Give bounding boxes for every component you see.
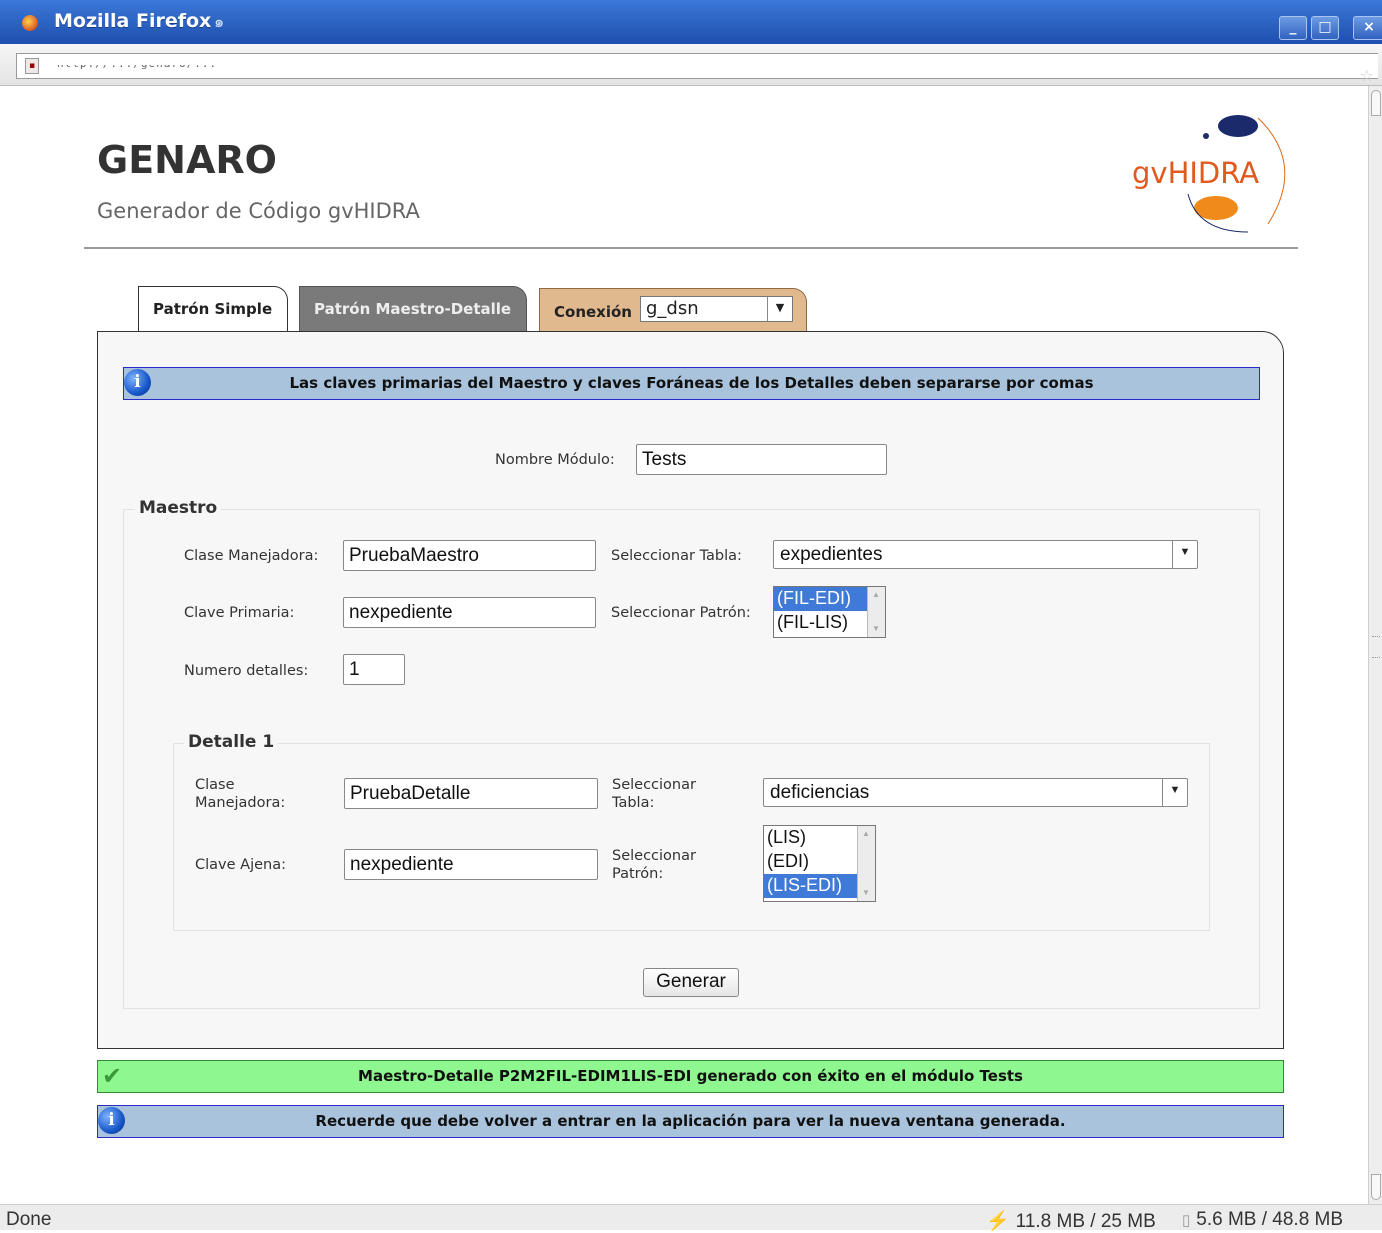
status-bar: Done ⚡ 11.8 MB / 25 MB ▯ 5.6 MB / 48.8 MB — [0, 1204, 1382, 1233]
chevron-down-icon[interactable]: ▼ — [1162, 779, 1187, 806]
scroll-down-icon[interactable]: ▼ — [870, 623, 882, 635]
conexion-select[interactable]: g_dsn ▼ — [640, 296, 793, 322]
url-text: http://.../genaro/... — [57, 57, 218, 70]
detalle-patron-listbox[interactable]: (LIS) (EDI) (LIS-EDI) ▲ ▼ — [763, 825, 876, 902]
info-message-bottom: i Recuerde que debe volver a entrar en l… — [97, 1105, 1284, 1138]
main-panel: i Las claves primarias del Maestro y cla… — [97, 331, 1284, 1049]
address-bar: ▪ http://.../genaro/... ☆ — [0, 44, 1382, 86]
tab-patron-simple[interactable]: Patrón Simple — [138, 286, 288, 332]
bookmark-star-icon[interactable]: ☆ — [1360, 66, 1374, 85]
maestro-clase-label: Clase Manejadora: — [184, 548, 319, 564]
tab-patron-maestro-detalle[interactable]: Patrón Maestro-Detalle — [299, 286, 527, 332]
swirl-icon: ๑ — [214, 12, 225, 31]
listbox-scrollbar[interactable]: ▲ ▼ — [867, 587, 885, 637]
detalle-clave-label: Clave Ajena: — [195, 857, 286, 873]
detalle-tabla-select[interactable]: deficiencias ▼ — [763, 778, 1188, 807]
info-icon: i — [98, 1107, 125, 1134]
detalle-tabla-value: deficiencias — [770, 782, 870, 803]
detalle-patron-label-line1: Seleccionar — [612, 848, 696, 864]
memory-text-2: 5.6 MB / 48.8 MB — [1196, 1209, 1344, 1230]
window-titlebar: Mozilla Firefox ๑ _ □ × — [0, 0, 1382, 44]
detalle-patron-label-line2: Patrón: — [612, 866, 664, 882]
firefox-icon — [22, 15, 38, 31]
tab-patron-simple-label: Patrón Simple — [153, 300, 273, 318]
maestro-legend: Maestro — [135, 498, 222, 518]
page-subtitle: Generador de Código gvHIDRA — [97, 199, 420, 223]
scroll-grip[interactable] — [1372, 636, 1380, 658]
detalle-tabla-label-line1: Seleccionar — [612, 777, 696, 793]
status-text: Done — [6, 1209, 52, 1230]
detalle-clase-label-line2: Manejadora: — [195, 795, 286, 811]
memory-indicator-2: ▯ 5.6 MB / 48.8 MB — [1182, 1209, 1343, 1231]
nombre-modulo-label: Nombre Módulo: — [495, 452, 615, 468]
numero-detalles-input[interactable]: 1 — [343, 654, 405, 685]
bolt-icon: ⚡ — [986, 1211, 1010, 1232]
scroll-up-icon[interactable]: ▲ — [870, 589, 882, 601]
info-message-bottom-text: Recuerde que debe volver a entrar en la … — [315, 1112, 1066, 1130]
scroll-down-icon[interactable]: ▼ — [860, 887, 872, 899]
memory-indicator-1: ⚡ 11.8 MB / 25 MB — [986, 1209, 1156, 1233]
chevron-down-icon[interactable]: ▼ — [767, 297, 792, 321]
success-message: ✔ Maestro-Detalle P2M2FIL-EDIM1LIS-EDI g… — [97, 1060, 1284, 1093]
header-divider — [84, 247, 1298, 249]
conexion-select-value: g_dsn — [646, 298, 699, 319]
maestro-patron-listbox[interactable]: (FIL-EDI) (FIL-LIS) ▲ ▼ — [773, 586, 886, 638]
detalle-tabla-label-line2: Tabla: — [612, 795, 655, 811]
detalle-clave-input[interactable]: nexpediente — [344, 849, 598, 880]
gvhidra-logo: gvHIDRA — [1128, 104, 1306, 234]
info-message-top-text: Las claves primarias del Maestro y clave… — [289, 374, 1094, 392]
window-title: Mozilla Firefox — [54, 10, 212, 32]
success-message-text: Maestro-Detalle P2M2FIL-EDIM1LIS-EDI gen… — [358, 1067, 1023, 1085]
disk-icon: ▯ — [1182, 1212, 1191, 1229]
detalle-fieldset — [173, 743, 1210, 931]
memory-text-1: 11.8 MB / 25 MB — [1015, 1211, 1156, 1232]
minimize-button[interactable]: _ — [1279, 16, 1307, 40]
chevron-down-icon[interactable]: ▼ — [1172, 541, 1197, 568]
logo-text: gvHIDRA — [1132, 156, 1260, 190]
close-button[interactable]: × — [1353, 16, 1382, 40]
scroll-up-icon[interactable]: ▲ — [860, 828, 872, 840]
maestro-clave-input[interactable]: nexpediente — [343, 597, 596, 628]
nombre-modulo-input[interactable]: Tests — [636, 444, 887, 475]
maestro-tabla-value: expedientes — [780, 544, 883, 565]
listbox-scrollbar[interactable]: ▲ ▼ — [857, 826, 875, 901]
detalle-legend: Detalle 1 — [184, 732, 279, 752]
checkmark-icon: ✔ — [101, 1062, 123, 1090]
generar-button[interactable]: Generar — [643, 968, 739, 997]
detalle-clase-input[interactable]: PruebaDetalle — [344, 778, 598, 809]
conexion-label: Conexión — [554, 303, 632, 321]
url-field[interactable]: ▪ http://.../genaro/... ☆ — [16, 53, 1378, 85]
info-message-top: i Las claves primarias del Maestro y cla… — [123, 367, 1260, 400]
detalle-clase-label-line1: Clase — [195, 777, 235, 793]
tab-patron-maestro-detalle-label: Patrón Maestro-Detalle — [314, 300, 512, 318]
maestro-clave-label: Clave Primaria: — [184, 605, 295, 621]
maximize-button[interactable]: □ — [1311, 16, 1339, 40]
detalle-patron-label: Seleccionar Patrón: — [612, 847, 696, 883]
scroll-up-icon[interactable] — [1371, 90, 1381, 116]
info-icon: i — [124, 369, 151, 396]
maestro-patron-label: Seleccionar Patrón: — [611, 605, 751, 621]
maestro-tabla-select[interactable]: expedientes ▼ — [773, 540, 1198, 569]
numero-detalles-label: Numero detalles: — [184, 663, 309, 679]
detalle-clase-label: Clase Manejadora: — [195, 776, 285, 812]
page-viewport: GENARO Generador de Código gvHIDRA gvHID… — [0, 86, 1368, 1204]
page-scrollbar[interactable] — [1368, 86, 1382, 1204]
detalle-tabla-label: Seleccionar Tabla: — [612, 776, 696, 812]
maestro-tabla-label: Seleccionar Tabla: — [611, 548, 742, 564]
site-identity-icon[interactable]: ▪ — [25, 58, 39, 74]
tab-conexion: Conexión g_dsn ▼ — [539, 288, 807, 332]
maestro-clase-input[interactable]: PruebaMaestro — [343, 540, 596, 571]
scroll-down-icon[interactable] — [1371, 1174, 1381, 1200]
page-title: GENARO — [97, 138, 277, 182]
